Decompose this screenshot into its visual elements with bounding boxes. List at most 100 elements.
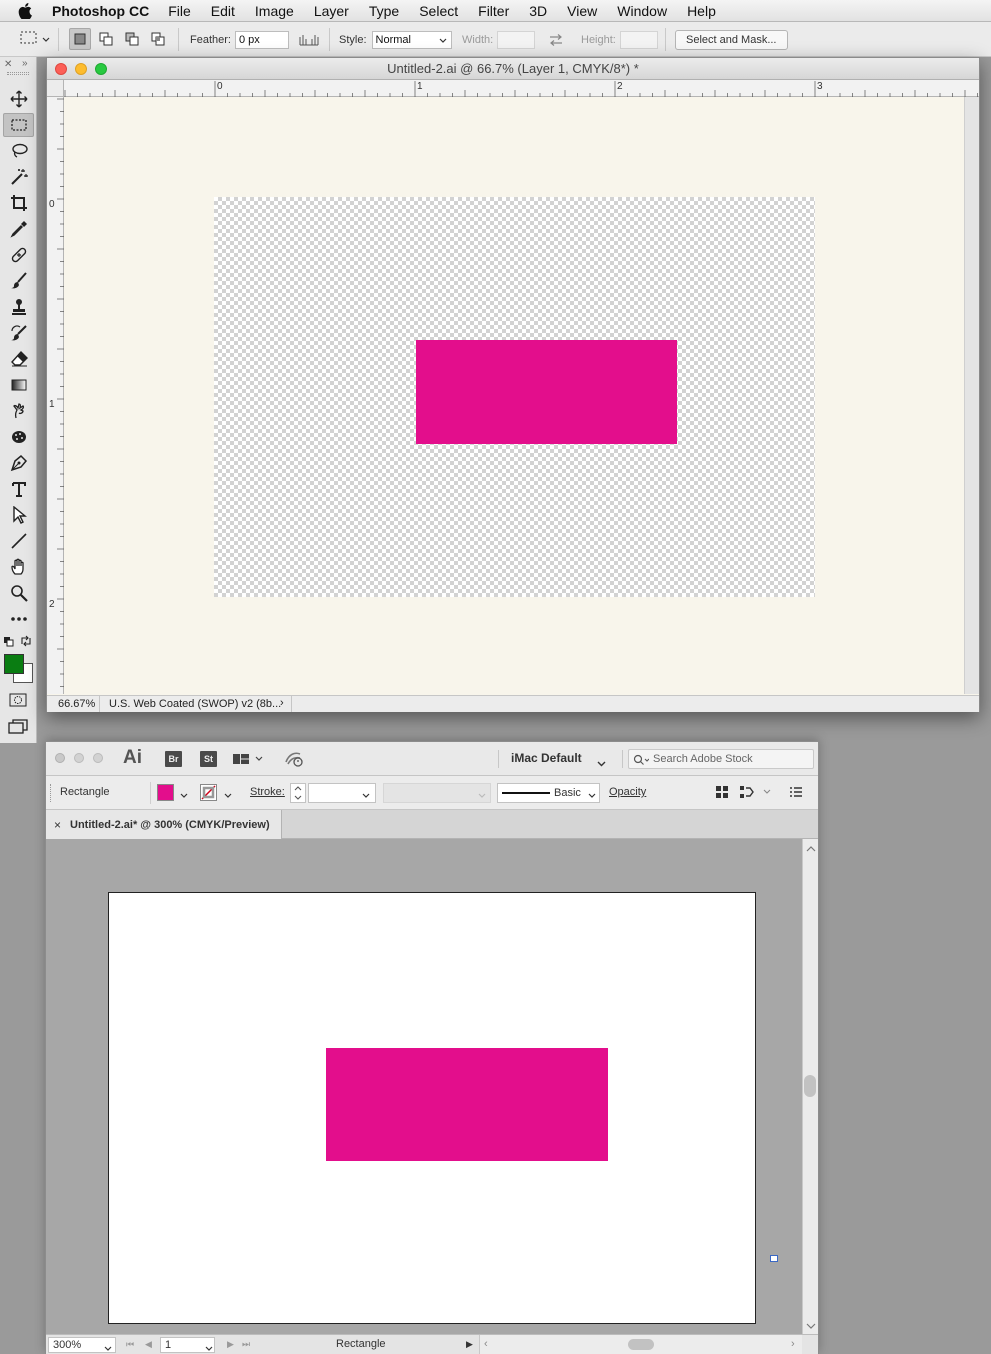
type-tool-icon[interactable]: [3, 477, 34, 501]
next-artboard-icon[interactable]: ▶: [227, 1339, 234, 1350]
horizontal-scrollbar[interactable]: ‹ ›: [479, 1335, 802, 1354]
select-and-mask-button[interactable]: Select and Mask...: [675, 29, 788, 50]
artboard[interactable]: [108, 892, 756, 1324]
foreground-color-swatch[interactable]: [4, 654, 24, 674]
style-select[interactable]: Normal: [371, 30, 452, 49]
sponge-tool-icon[interactable]: [3, 425, 34, 449]
healing-brush-tool-icon[interactable]: [3, 243, 34, 267]
variable-width-profile-select[interactable]: [383, 783, 491, 803]
scroll-left-icon[interactable]: ‹: [484, 1338, 488, 1350]
close-window-icon[interactable]: [55, 63, 67, 75]
menu-type[interactable]: Type: [369, 3, 399, 19]
chevron-down-icon[interactable]: [588, 790, 596, 802]
menu-layer[interactable]: Layer: [314, 3, 349, 19]
last-artboard-icon[interactable]: ⏭: [242, 1339, 250, 1350]
chevron-down-icon[interactable]: [180, 790, 188, 802]
add-to-selection-button[interactable]: [95, 28, 117, 50]
pink-rectangle[interactable]: [326, 1048, 608, 1161]
pink-rectangle[interactable]: [416, 340, 677, 444]
previous-artboard-icon[interactable]: ◀: [145, 1339, 152, 1350]
screen-mode-icon[interactable]: [8, 719, 28, 738]
chevron-down-icon[interactable]: [597, 756, 606, 770]
height-input[interactable]: [619, 30, 658, 49]
gradient-tool-icon[interactable]: [3, 373, 34, 397]
menu-help[interactable]: Help: [687, 3, 716, 19]
intersect-selection-button[interactable]: [147, 28, 169, 50]
panel-grip[interactable]: [7, 72, 29, 75]
lasso-tool-icon[interactable]: [3, 139, 34, 163]
crop-tool-icon[interactable]: [3, 191, 34, 215]
align-icon[interactable]: [716, 786, 728, 801]
rectangular-marquee-tool-icon[interactable]: [3, 113, 34, 137]
menu-image[interactable]: Image: [255, 3, 294, 19]
menu-list-icon[interactable]: [790, 786, 802, 801]
fill-color-swatch[interactable]: [157, 784, 174, 801]
status-tool-label[interactable]: Rectangle: [336, 1338, 386, 1350]
transform-icon[interactable]: [740, 786, 772, 801]
artboard-anchor-point[interactable]: [770, 1255, 778, 1262]
chevron-right-icon[interactable]: ›: [280, 697, 284, 709]
horizontal-ruler[interactable]: 0 1 2 3: [64, 80, 979, 97]
scroll-up-icon[interactable]: [806, 842, 816, 856]
feather-input[interactable]: 0 px: [234, 30, 289, 49]
scroll-down-icon[interactable]: [806, 1319, 816, 1333]
history-brush-tool-icon[interactable]: [3, 321, 34, 345]
transparent-artboard[interactable]: [214, 197, 815, 597]
menu-file[interactable]: File: [168, 3, 191, 19]
chevron-down-icon[interactable]: [478, 790, 486, 802]
ruler-origin[interactable]: [47, 80, 64, 97]
zoom-level[interactable]: 66.67%: [58, 698, 95, 710]
chevron-down-icon[interactable]: [104, 1343, 112, 1354]
subtract-from-selection-button[interactable]: [121, 28, 143, 50]
menu-3d[interactable]: 3D: [529, 3, 547, 19]
status-menu-icon[interactable]: ▶: [466, 1339, 473, 1350]
chevron-down-icon[interactable]: [205, 1343, 213, 1354]
illustrator-canvas[interactable]: [46, 839, 802, 1334]
stock-icon[interactable]: St: [200, 751, 217, 767]
pen-tool-icon[interactable]: [3, 451, 34, 475]
workspace-switcher[interactable]: iMac Default: [511, 751, 582, 765]
hand-tool-icon[interactable]: [3, 555, 34, 579]
scroll-right-icon[interactable]: ›: [791, 1338, 795, 1350]
zoom-window-icon[interactable]: [93, 753, 103, 763]
eraser-tool-icon[interactable]: [3, 347, 34, 371]
menu-filter[interactable]: Filter: [478, 3, 509, 19]
quick-mask-icon[interactable]: [9, 693, 27, 710]
first-artboard-icon[interactable]: ⏮: [126, 1339, 134, 1350]
magic-wand-tool-icon[interactable]: [3, 165, 34, 189]
minimize-window-icon[interactable]: [75, 63, 87, 75]
panel-close-icon[interactable]: ✕: [4, 59, 12, 70]
menu-photoshop[interactable]: Photoshop CC: [52, 3, 149, 19]
opacity-label[interactable]: Opacity: [609, 786, 646, 798]
chevron-down-icon[interactable]: [362, 790, 370, 802]
menu-edit[interactable]: Edit: [211, 3, 235, 19]
zoom-window-icon[interactable]: [95, 63, 107, 75]
move-tool-icon[interactable]: [3, 87, 34, 111]
arrange-documents-icon[interactable]: [233, 753, 263, 768]
eyedropper-tool-icon[interactable]: [3, 217, 34, 241]
close-tab-icon[interactable]: ×: [54, 818, 61, 832]
close-window-icon[interactable]: [55, 753, 65, 763]
panel-grip[interactable]: [50, 784, 52, 802]
swap-width-height-button[interactable]: [548, 22, 564, 57]
stroke-none-swatch[interactable]: [200, 784, 217, 801]
default-colors-icon[interactable]: [3, 636, 15, 651]
line-tool-icon[interactable]: [3, 529, 34, 553]
scroll-thumb[interactable]: [628, 1339, 654, 1350]
menu-window[interactable]: Window: [617, 3, 667, 19]
scroll-thumb[interactable]: [804, 1075, 816, 1097]
tool-preset-picker[interactable]: [20, 22, 50, 57]
panel-collapse-icon[interactable]: »: [22, 58, 28, 69]
more-tools-icon[interactable]: [3, 607, 34, 631]
bridge-icon[interactable]: Br: [165, 751, 182, 767]
clone-stamp-tool-icon[interactable]: [3, 295, 34, 319]
gpu-performance-icon[interactable]: [284, 750, 306, 771]
menu-view[interactable]: View: [567, 3, 597, 19]
vertical-scrollbar[interactable]: [964, 97, 979, 694]
zoom-tool-icon[interactable]: [3, 581, 34, 605]
minimize-window-icon[interactable]: [74, 753, 84, 763]
smudge-tool-icon[interactable]: [3, 399, 34, 423]
brush-definition-select[interactable]: Basic: [497, 783, 600, 803]
path-selection-tool-icon[interactable]: [3, 503, 34, 527]
stroke-weight-stepper[interactable]: [290, 783, 306, 803]
